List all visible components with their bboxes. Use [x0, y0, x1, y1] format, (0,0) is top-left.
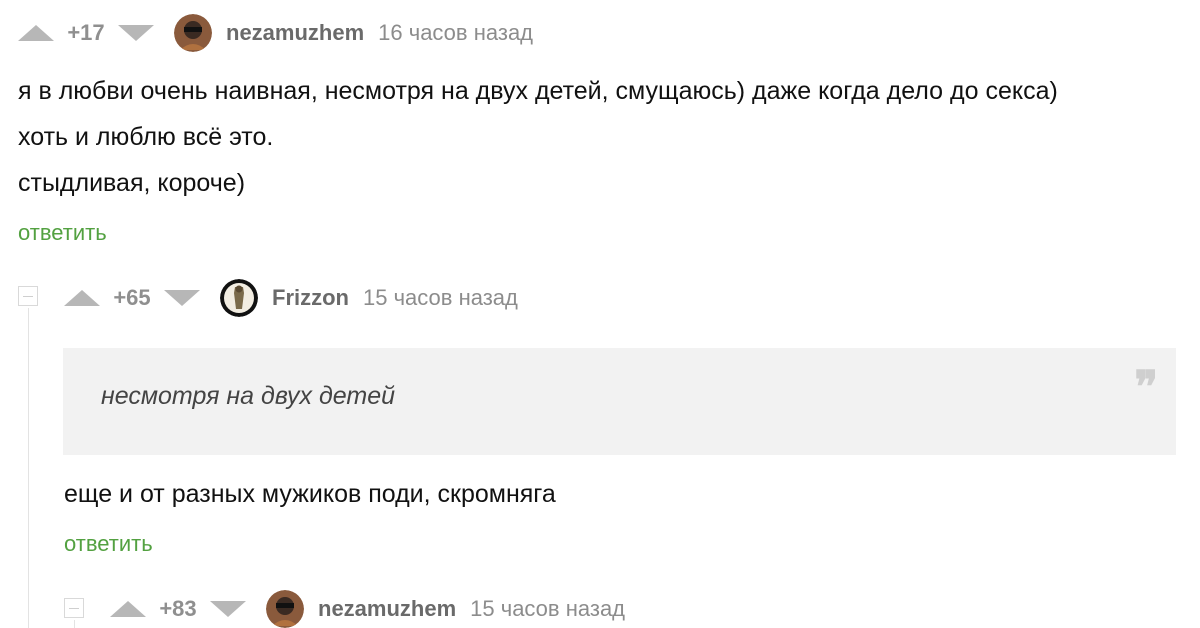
quote-marks-icon: ❞	[1134, 362, 1158, 413]
avatar[interactable]	[266, 590, 304, 628]
upvote-icon[interactable]	[18, 25, 54, 41]
reply-link[interactable]: ответить	[18, 220, 107, 246]
comment-header: +83 nezamuzhem 15 часов назад	[110, 589, 625, 628]
quote-text: несмотря на двух детей	[101, 382, 396, 410]
collapse-thread-icon[interactable]	[18, 286, 38, 306]
comment-rating: +17	[67, 20, 105, 45]
thread-line[interactable]	[74, 620, 75, 628]
comment-text: еще и от разных мужиков поди, скромняга	[64, 480, 556, 508]
quote-block: несмотря на двух детей ❞	[63, 348, 1176, 455]
collapse-thread-icon[interactable]	[64, 598, 84, 618]
timestamp: 15 часов назад	[470, 596, 626, 621]
thread-line[interactable]	[28, 308, 29, 628]
comment-rating: +83	[159, 596, 197, 621]
timestamp: 16 часов назад	[378, 20, 534, 45]
downvote-icon[interactable]	[118, 25, 154, 41]
downvote-icon[interactable]	[164, 290, 200, 306]
comment-header: +65 Frizzon 15 часов назад	[64, 278, 518, 318]
username[interactable]: nezamuzhem	[226, 20, 364, 46]
avatar[interactable]	[174, 14, 212, 52]
comment-text-line: я в любви очень наивная, несмотря на дву…	[18, 77, 1058, 105]
upvote-icon[interactable]	[64, 290, 100, 306]
username[interactable]: nezamuzhem	[318, 596, 456, 622]
username[interactable]: Frizzon	[272, 285, 349, 311]
timestamp: 15 часов назад	[363, 285, 518, 310]
comment-rating: +65	[113, 285, 151, 310]
comment-text-line: хоть и люблю всё это.	[18, 123, 274, 151]
comment-header: +17 nezamuzhem 16 часов назад	[18, 13, 533, 53]
upvote-icon[interactable]	[110, 601, 146, 617]
reply-link[interactable]: ответить	[64, 531, 153, 557]
comment-text-line: стыдливая, короче)	[18, 169, 246, 197]
downvote-icon[interactable]	[210, 601, 246, 617]
avatar[interactable]	[220, 279, 258, 317]
